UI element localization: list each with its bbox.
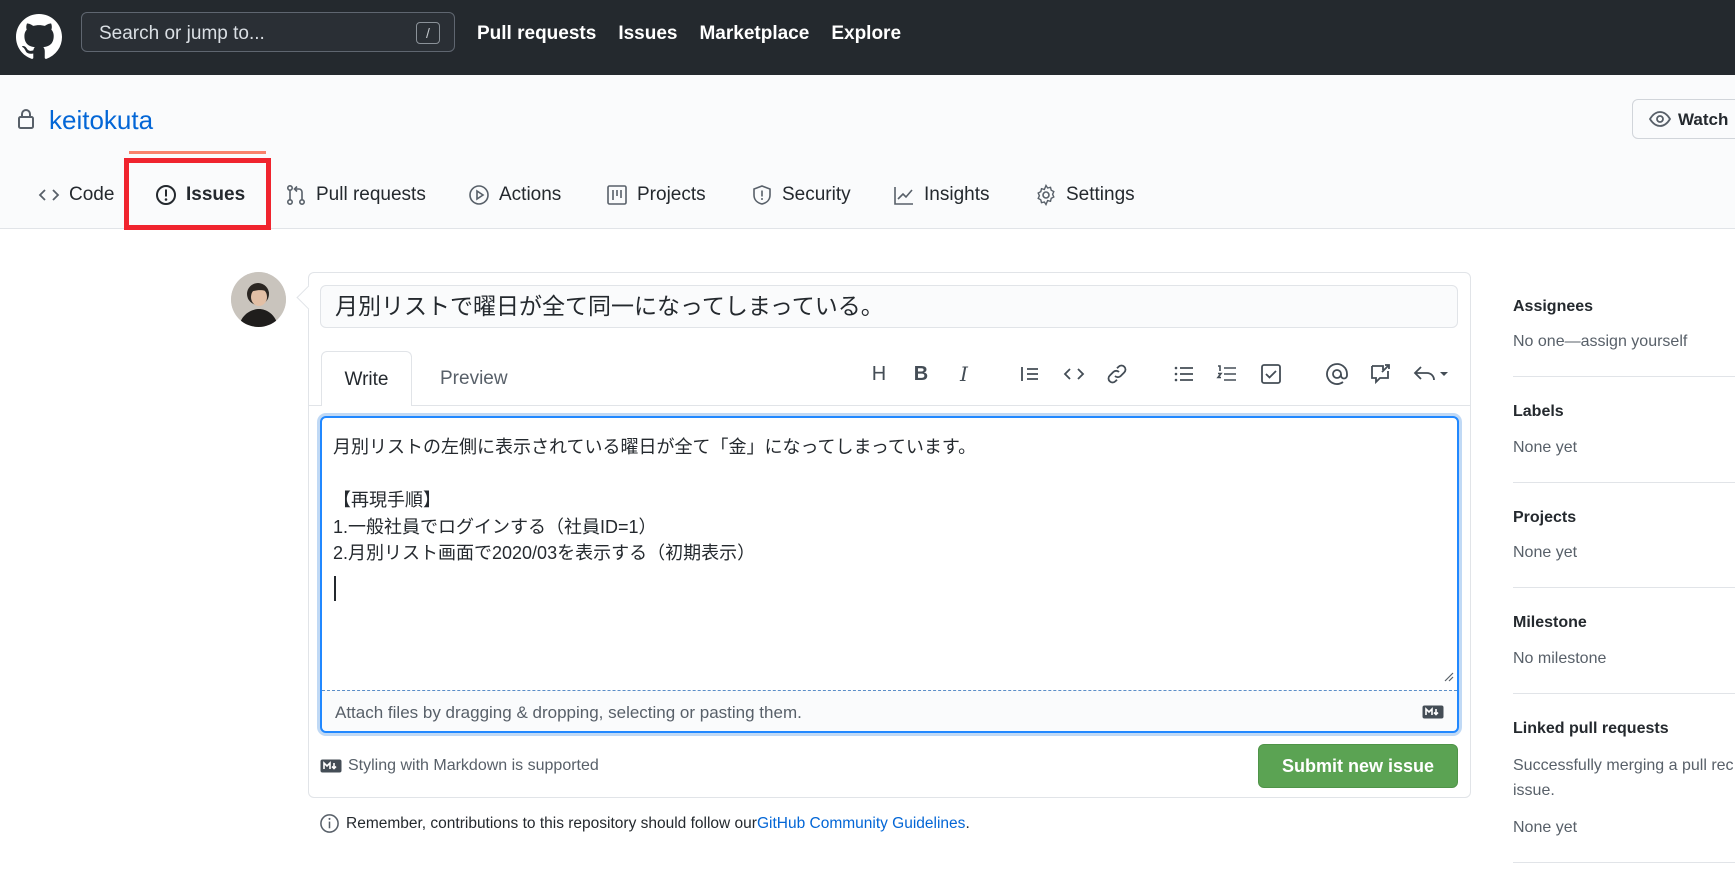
- task-list-icon[interactable]: [1259, 362, 1283, 386]
- code-icon: [38, 189, 60, 201]
- milestone-value: No milestone: [1513, 650, 1607, 667]
- annotation-highlight-box: [124, 158, 271, 230]
- numbered-list-icon[interactable]: [1215, 362, 1239, 386]
- tab-pull-requests-label: Pull requests: [316, 184, 426, 205]
- gear-icon: [1037, 184, 1055, 206]
- search-placeholder: Search or jump to...: [99, 23, 265, 44]
- lock-icon: [18, 109, 34, 129]
- tab-settings-label: Settings: [1066, 184, 1135, 205]
- projects-heading[interactable]: Projects: [1513, 509, 1576, 527]
- mention-icon[interactable]: [1325, 362, 1349, 386]
- global-nav: Pull requests Issues Marketplace Explore: [477, 23, 901, 45]
- tab-code[interactable]: Code: [38, 175, 114, 215]
- issue-title-input[interactable]: 月別リストで曜日が全て同一になってしまっている。: [320, 285, 1458, 328]
- markdown-note-text: Styling with Markdown is supported: [348, 757, 599, 774]
- tab-security-label: Security: [782, 184, 851, 205]
- nav-explore[interactable]: Explore: [831, 23, 901, 45]
- sidebar-divider: [1513, 862, 1735, 863]
- assignees-heading[interactable]: Assignees: [1513, 298, 1593, 316]
- tab-write[interactable]: Write: [321, 351, 412, 406]
- sidebar-divider: [1513, 376, 1735, 377]
- tab-preview[interactable]: Preview: [440, 351, 508, 406]
- linked-description-line2: issue.: [1513, 782, 1555, 799]
- sidebar-divider: [1513, 482, 1735, 483]
- labels-value: None yet: [1513, 439, 1578, 456]
- resize-handle-icon[interactable]: [1442, 670, 1454, 682]
- tab-settings[interactable]: Settings: [1035, 175, 1135, 215]
- watch-label: Watch: [1678, 110, 1729, 129]
- nav-marketplace[interactable]: Marketplace: [699, 23, 809, 45]
- graph-icon: [894, 187, 913, 205]
- quote-icon[interactable]: [1018, 362, 1042, 386]
- watch-button[interactable]: Watch: [1632, 99, 1735, 139]
- link-icon[interactable]: [1105, 362, 1129, 386]
- code-icon[interactable]: [1062, 362, 1086, 386]
- tab-security[interactable]: Security: [751, 175, 851, 215]
- user-avatar-image: [231, 272, 286, 327]
- git-pull-request-icon: [286, 184, 306, 206]
- linked-description-line1: Successfully merging a pull rec: [1513, 757, 1734, 774]
- guideline-suffix: .: [965, 814, 970, 832]
- bold-icon[interactable]: B: [909, 362, 933, 386]
- community-guidelines-link[interactable]: GitHub Community Guidelines: [757, 815, 965, 833]
- global-header: Search or jump to... / Pull requests Iss…: [0, 0, 1735, 75]
- tab-projects[interactable]: Projects: [606, 175, 706, 215]
- linked-pull-requests-heading[interactable]: Linked pull requests: [1513, 720, 1669, 738]
- active-tab-underline: [129, 151, 266, 154]
- tab-pull-requests[interactable]: Pull requests: [285, 175, 426, 215]
- heading-icon[interactable]: H: [867, 362, 891, 386]
- italic-icon[interactable]: I: [952, 362, 976, 386]
- issue-body-textarea[interactable]: 月別リストの左側に表示されている曜日が全て「金」になってしまっています。 【再現…: [320, 416, 1459, 733]
- attach-files-text: Attach files by dragging & dropping, sel…: [335, 703, 802, 722]
- file-attach-bar[interactable]: Attach files by dragging & dropping, sel…: [322, 690, 1457, 731]
- text-caret: [334, 576, 336, 601]
- submit-new-issue-button[interactable]: Submit new issue: [1258, 744, 1458, 788]
- sidebar-divider: [1513, 693, 1735, 694]
- tab-code-label: Code: [69, 184, 115, 205]
- tab-actions-label: Actions: [499, 184, 562, 205]
- tab-projects-label: Projects: [637, 184, 706, 205]
- tab-actions[interactable]: Actions: [468, 175, 561, 215]
- labels-heading[interactable]: Labels: [1513, 403, 1564, 421]
- avatar[interactable]: [231, 272, 286, 327]
- issue-body-text: 月別リストの左側に表示されている曜日が全て「金」になってしまっています。 【再現…: [333, 437, 977, 563]
- project-icon: [607, 185, 627, 205]
- nav-issues[interactable]: Issues: [618, 23, 677, 45]
- community-guideline-note: Remember, contributions to this reposito…: [319, 813, 970, 834]
- shield-icon: [753, 185, 771, 205]
- reference-icon[interactable]: [1368, 362, 1392, 386]
- play-icon: [469, 185, 489, 205]
- markdown-icon: [1422, 705, 1444, 719]
- markdown-supported-note[interactable]: Styling with Markdown is supported: [320, 757, 599, 775]
- assign-yourself-link[interactable]: No one—assign yourself: [1513, 333, 1687, 351]
- bulleted-list-icon[interactable]: [1172, 362, 1196, 386]
- repo-name-link[interactable]: keitokuta: [49, 105, 153, 136]
- reply-icon[interactable]: [1412, 362, 1452, 386]
- eye-icon: [1649, 111, 1671, 127]
- linked-value: None yet: [1513, 819, 1578, 836]
- slash-shortcut-badge: /: [416, 22, 440, 44]
- milestone-heading[interactable]: Milestone: [1513, 614, 1587, 632]
- search-input[interactable]: Search or jump to... /: [81, 12, 455, 52]
- markdown-icon: [320, 759, 342, 773]
- nav-pull-requests[interactable]: Pull requests: [477, 23, 596, 45]
- tab-insights[interactable]: Insights: [893, 175, 989, 215]
- projects-value: None yet: [1513, 544, 1578, 561]
- info-icon: [320, 814, 339, 833]
- sidebar-divider: [1513, 587, 1735, 588]
- github-logo-icon[interactable]: [16, 14, 62, 60]
- guideline-prefix: Remember, contributions to this reposito…: [346, 814, 757, 832]
- tab-insights-label: Insights: [924, 184, 990, 205]
